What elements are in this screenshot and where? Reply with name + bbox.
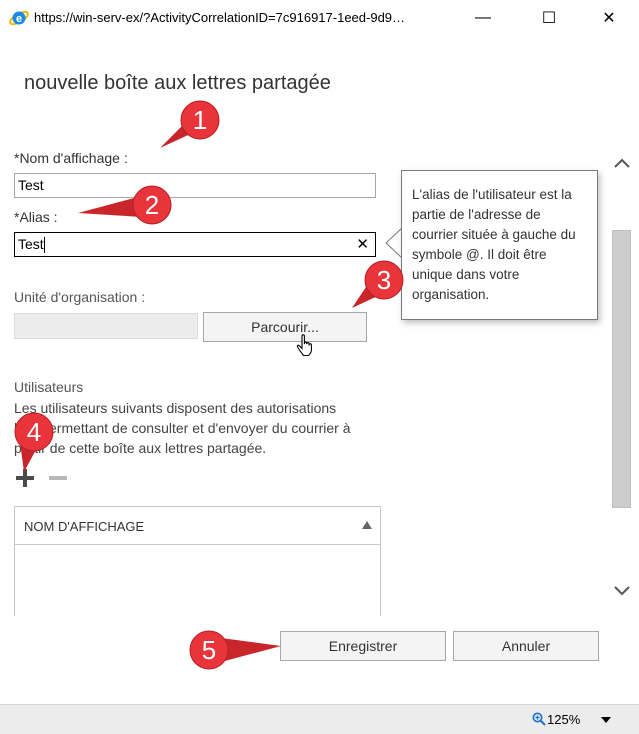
alias-tooltip: L'alias de l'utilisateur est la partie d… <box>401 170 598 320</box>
minimize-button[interactable]: — <box>460 0 506 36</box>
marker-label: 5 <box>202 635 216 665</box>
users-description: Les utilisateurs suivants disposent des … <box>14 400 351 456</box>
alias-label: *Alias : <box>14 209 58 225</box>
cancel-button-label: Annuler <box>501 638 551 654</box>
marker-label: 1 <box>193 105 207 135</box>
org-unit-field <box>14 313 198 339</box>
clear-icon[interactable]: ✕ <box>356 235 369 253</box>
magnifier-icon <box>532 712 546 726</box>
zoom-dropdown-icon[interactable] <box>601 717 611 723</box>
ie-icon: e <box>9 10 29 26</box>
close-button[interactable]: ✕ <box>586 0 632 36</box>
annotation-marker-4: 4 <box>14 412 54 472</box>
alias-input[interactable]: Test ✕ <box>14 232 376 257</box>
browse-button-label: Parcourir... <box>251 319 319 335</box>
zoom-level[interactable]: 125% <box>547 712 580 727</box>
display-name-input[interactable]: Test <box>14 173 376 198</box>
save-button[interactable]: Enregistrer <box>280 631 446 661</box>
text-caret <box>43 237 45 254</box>
annotation-marker-5: 5 <box>189 630 281 670</box>
title-bar: e https://win-serv-ex/?ActivityCorrelati… <box>0 0 639 36</box>
annotation-marker-3: 3 <box>352 260 404 308</box>
minimize-icon: — <box>475 9 491 26</box>
users-table: NOM D'AFFICHAGE <box>14 506 381 616</box>
annotation-marker-2: 2 <box>78 185 172 225</box>
table-header[interactable]: NOM D'AFFICHAGE <box>15 507 380 545</box>
marker-label: 3 <box>377 265 391 295</box>
window-title: https://win-serv-ex/?ActivityCorrelation… <box>34 10 406 25</box>
browse-button[interactable]: Parcourir... <box>203 312 367 342</box>
alias-value: Test <box>18 236 44 252</box>
org-unit-label: Unité d'organisation : <box>14 289 146 305</box>
annotation-marker-1: 1 <box>160 100 220 148</box>
maximize-button[interactable]: ☐ <box>526 0 572 36</box>
svg-text:e: e <box>16 13 22 25</box>
display-name-label: *Nom d'affichage : <box>14 150 128 166</box>
maximize-icon: ☐ <box>541 10 557 27</box>
close-icon: ✕ <box>602 10 616 27</box>
chevron-down-icon[interactable] <box>612 580 632 600</box>
marker-label: 4 <box>27 417 41 447</box>
page-title: nouvelle boîte aux lettres partagée <box>24 72 331 94</box>
column-display-name: NOM D'AFFICHAGE <box>24 519 145 534</box>
marker-label: 2 <box>145 190 159 220</box>
scrollbar-thumb[interactable] <box>612 230 631 508</box>
save-button-label: Enregistrer <box>328 638 398 654</box>
sort-ascending-icon <box>362 521 372 529</box>
chevron-up-icon[interactable] <box>612 154 632 174</box>
users-label: Utilisateurs <box>14 379 84 395</box>
hand-cursor-icon <box>296 334 313 357</box>
display-name-value: Test <box>18 177 44 193</box>
status-bar: 125% <box>0 704 639 734</box>
cancel-button[interactable]: Annuler <box>453 631 599 661</box>
